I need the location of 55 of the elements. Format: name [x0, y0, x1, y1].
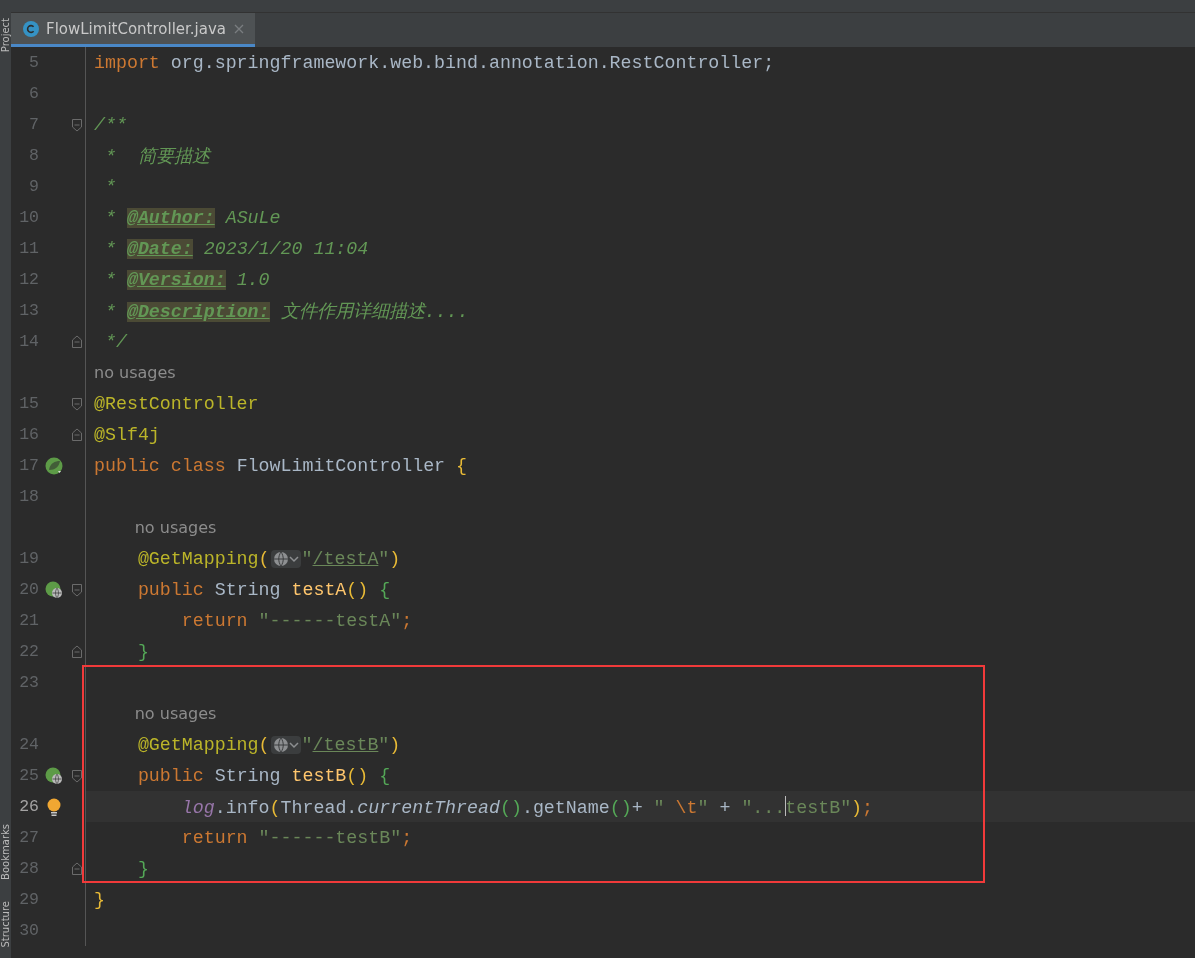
line-number: 13	[18, 301, 39, 320]
code-line: @Slf4j	[94, 424, 160, 445]
line-number: 27	[18, 828, 39, 847]
line-number: 6	[28, 84, 39, 103]
tool-window-label[interactable]: Bookmarks	[0, 823, 11, 880]
line-number: 7	[28, 115, 39, 134]
line-number: 21	[18, 611, 39, 630]
line-number: 16	[18, 425, 39, 444]
line-number: 20	[18, 580, 39, 599]
code-line: /**	[94, 114, 127, 135]
line-number: 12	[18, 270, 39, 289]
line-number: 30	[18, 921, 39, 940]
line-number: 28	[18, 859, 39, 878]
tool-window-label[interactable]: Project	[0, 18, 11, 53]
line-number: 8	[28, 146, 39, 165]
code-line: return "------testB";	[180, 827, 413, 848]
line-number: 22	[18, 642, 39, 661]
line-number: 14	[18, 332, 39, 351]
code-line: return "------testA";	[180, 610, 413, 631]
code-line: @GetMapping(	[136, 548, 270, 569]
line-number: 23	[18, 673, 39, 692]
code-line: @GetMapping(	[136, 734, 270, 755]
code-line: *	[103, 176, 116, 197]
code-line: public class FlowLimitController {	[94, 455, 468, 476]
code-line: log.info(Thread.currentThread().getName()+ " \t" + "...testB");	[180, 795, 874, 818]
code-line: }	[136, 641, 149, 662]
code-line: public String testA() {	[136, 579, 391, 600]
usage-hint[interactable]: no usages	[94, 363, 176, 382]
code-line: * 简要描述	[103, 146, 210, 168]
line-number: 17	[18, 456, 39, 475]
usage-hint[interactable]: no usages	[134, 704, 217, 723]
code-line: }	[136, 858, 149, 879]
code-line: import org.springframework.web.bind.annotation.RestController;	[94, 52, 775, 73]
line-number: 25	[18, 766, 39, 785]
code-line: }	[94, 889, 105, 910]
code-line: public String testB() {	[136, 765, 391, 786]
line-number: 29	[18, 890, 39, 909]
code-line: "/testB")	[301, 734, 401, 755]
code-line: * @Date: 2023/1/20 11:04	[103, 238, 369, 259]
code-line: @RestController	[94, 393, 259, 414]
usage-hint[interactable]: no usages	[134, 518, 217, 537]
line-number: 9	[28, 177, 39, 196]
code-line: * @Description: 文件作用详细描述....	[103, 300, 469, 323]
line-number: 26	[18, 797, 39, 816]
code-line: "/testA")	[301, 548, 401, 569]
file-tab[interactable]: FlowLimitController.java	[11, 13, 256, 47]
line-number: 15	[18, 394, 39, 413]
line-number: 19	[18, 549, 39, 568]
line-number: 10	[18, 208, 39, 227]
tool-window-label[interactable]: Structure	[0, 901, 11, 948]
line-number: 11	[18, 239, 39, 258]
code-line: */	[103, 331, 127, 352]
line-number: 5	[28, 53, 39, 72]
line-number: 18	[18, 487, 39, 506]
line-number: 24	[18, 735, 39, 754]
